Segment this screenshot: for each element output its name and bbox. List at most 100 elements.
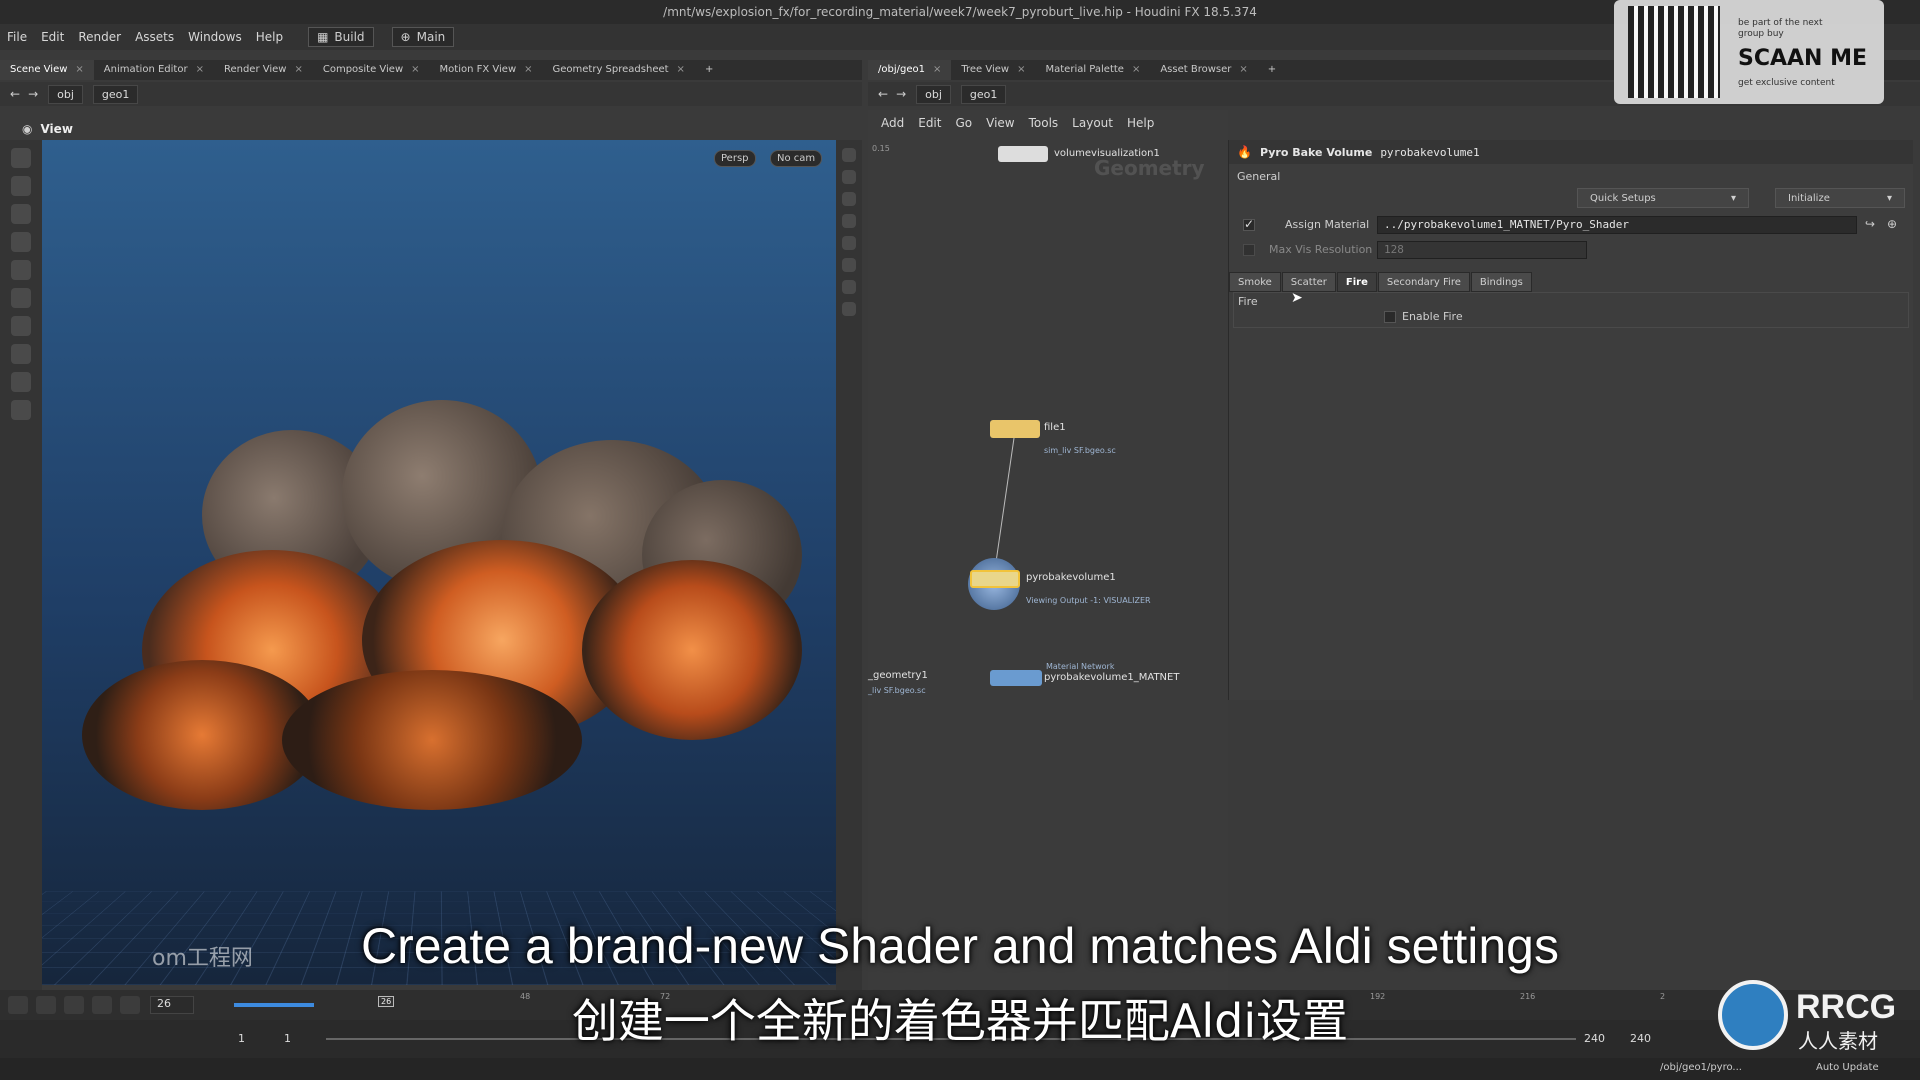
param-header: 🔥 Pyro Bake Volume pyrobakevolume1 (1229, 140, 1913, 164)
tab-tree-view[interactable]: Tree View × (951, 60, 1035, 80)
tab-geometry-spreadsheet[interactable]: Geometry Spreadsheet × (543, 60, 695, 80)
tab-smoke[interactable]: Smoke (1229, 272, 1281, 292)
enable-fire-checkbox[interactable] (1384, 311, 1396, 323)
menu-help[interactable]: Help (249, 30, 290, 44)
scale-tool-icon[interactable] (11, 232, 31, 252)
persp-menu[interactable]: Persp (714, 150, 756, 167)
camera-menu[interactable]: No cam (770, 150, 823, 167)
tab-material-palette[interactable]: Material Palette × (1036, 60, 1151, 80)
tab-render-view[interactable]: Render View × (214, 60, 313, 80)
max-vis-resolution-checkbox[interactable] (1243, 244, 1255, 256)
fire-folder: Fire Enable Fire (1233, 292, 1909, 328)
path-obj[interactable]: obj (48, 84, 83, 104)
jump-to-operator-icon[interactable]: ↪ (1865, 217, 1875, 231)
grid-icon[interactable] (842, 258, 856, 272)
magnet-tool-icon[interactable] (11, 344, 31, 364)
qr-overlay: be part of the next group buy SCAAN ME g… (1614, 0, 1884, 104)
move-tool-icon[interactable] (11, 176, 31, 196)
node-pyrobakevolume1[interactable] (970, 570, 1020, 588)
operator-chooser-icon[interactable]: ⊕ (1887, 217, 1897, 231)
mouse-cursor-icon: ➤ (1291, 290, 1303, 306)
viewport-left-toolbar (0, 140, 42, 990)
tab-secondary-fire[interactable]: Secondary Fire (1377, 272, 1470, 292)
forward-arrow-icon[interactable]: → (28, 87, 38, 101)
check-icon: ✓ (1244, 217, 1255, 231)
path-geo1-right[interactable]: geo1 (960, 84, 1007, 104)
param-folder-tabs: Smoke Scatter Fire Secondary Fire Bindin… (1229, 272, 1532, 292)
menu-windows[interactable]: Windows (181, 30, 249, 44)
handle-tool-icon[interactable] (11, 260, 31, 280)
desktop-select[interactable]: ▦ Build (308, 27, 374, 47)
tab-network-geo1[interactable]: /obj/geo1 × (868, 60, 952, 80)
subtitle-english: Create a brand-new Shader and matches Al… (361, 918, 1559, 974)
camera-tool-icon[interactable] (11, 400, 31, 420)
viewport-right-toolbar (836, 140, 862, 990)
node-sub-matnet: Material Network (1046, 662, 1115, 671)
rrcg-logo-text: RRCG (1796, 988, 1897, 1026)
tab-fire[interactable]: Fire (1336, 272, 1377, 292)
add-tab-button-right[interactable]: + (1258, 60, 1286, 80)
rrcg-logo-cn: 人人素材 (1798, 1029, 1878, 1053)
snapping-icon[interactable] (842, 236, 856, 250)
viewport-label: View (40, 122, 73, 136)
lock-camera-icon[interactable] (842, 170, 856, 184)
quick-setups-menu[interactable]: Quick Setups ▾ (1577, 188, 1749, 208)
forward-arrow-icon-right[interactable]: → (896, 87, 906, 101)
back-arrow-icon[interactable]: ← (10, 87, 20, 101)
desktop-icon: ▦ (317, 30, 329, 44)
scene-viewport[interactable]: Persp No cam om工程网 (42, 140, 836, 985)
node-label-geometry1: _geometry1 (868, 670, 928, 681)
node-pyrobakevolume1-matnet[interactable] (990, 670, 1042, 686)
qr-code-icon (1628, 6, 1720, 98)
menu-render[interactable]: Render (71, 30, 128, 44)
context-select[interactable]: ⊕ Main (391, 27, 455, 47)
select-tool-icon[interactable] (11, 148, 31, 168)
menu-edit[interactable]: Edit (34, 30, 71, 44)
node-sub-pyrobakevolume1: Viewing Output -1: VISUALIZER (1026, 596, 1151, 605)
tab-motion-fx-view[interactable]: Motion FX View × (430, 60, 543, 80)
menu-assets[interactable]: Assets (128, 30, 181, 44)
node-wire (995, 437, 1015, 563)
param-node-type: Pyro Bake Volume (1259, 145, 1373, 159)
auto-update-menu[interactable]: Auto Update (1816, 1062, 1879, 1073)
tab-bindings[interactable]: Bindings (1470, 272, 1532, 292)
param-node-name[interactable]: pyrobakevolume1 (1380, 146, 1479, 159)
context-label: Main (416, 30, 446, 44)
add-tab-button[interactable]: + (695, 60, 723, 80)
menu-file[interactable]: File (0, 30, 34, 44)
path-obj-right[interactable]: obj (916, 84, 951, 104)
viewport-header: ◉ View (0, 118, 862, 140)
view-tool-icon[interactable] (11, 372, 31, 392)
tab-composite-view[interactable]: Composite View × (313, 60, 430, 80)
abc-icon[interactable] (842, 302, 856, 316)
qr-headline: SCAAN ME (1738, 46, 1868, 71)
assign-material-field[interactable]: ../pyrobakevolume1_MATNET/Pyro_Shader (1377, 216, 1857, 234)
desktop-label: Build (334, 30, 365, 44)
rotate-tool-icon[interactable] (11, 204, 31, 224)
max-vis-resolution-label: Max Vis Resolution (1269, 243, 1373, 256)
status-path: /obj/geo1/pyro... (1660, 1062, 1742, 1073)
shading-icon[interactable] (842, 214, 856, 228)
tab-scene-view[interactable]: Scene View × (0, 60, 94, 80)
tab-animation-editor[interactable]: Animation Editor × (94, 60, 214, 80)
param-section-general: General (1237, 170, 1281, 183)
display-options-icon[interactable] (842, 148, 856, 162)
assign-material-label: Assign Material (1285, 218, 1370, 231)
path-geo1[interactable]: geo1 (92, 84, 139, 104)
tab-asset-browser[interactable]: Asset Browser × (1150, 60, 1257, 80)
initialize-menu[interactable]: Initialize ▾ (1775, 188, 1905, 208)
pose-tool-icon[interactable] (11, 288, 31, 308)
brush-tool-icon[interactable] (11, 316, 31, 336)
back-arrow-icon-right[interactable]: ← (878, 87, 888, 101)
tab-scatter[interactable]: Scatter (1281, 272, 1336, 292)
max-vis-resolution-field[interactable]: 128 (1377, 241, 1587, 259)
node-sub-geometry1: _liv SF.bgeo.sc (868, 686, 926, 695)
view-icon: ◉ (22, 122, 33, 136)
assign-material-checkbox[interactable]: ✓ (1243, 217, 1255, 231)
fire-folder-label: Fire (1238, 295, 1258, 308)
lighting-icon[interactable] (842, 192, 856, 206)
status-bar: /obj/geo1/pyro... Auto Update (0, 1058, 1920, 1080)
template-icon[interactable] (842, 280, 856, 294)
network-editor[interactable]: Add Edit Go View Tools Layout Help 0.15 … (868, 110, 1228, 990)
rrcg-logo: RRCG 人人素材 (1718, 980, 1918, 1060)
